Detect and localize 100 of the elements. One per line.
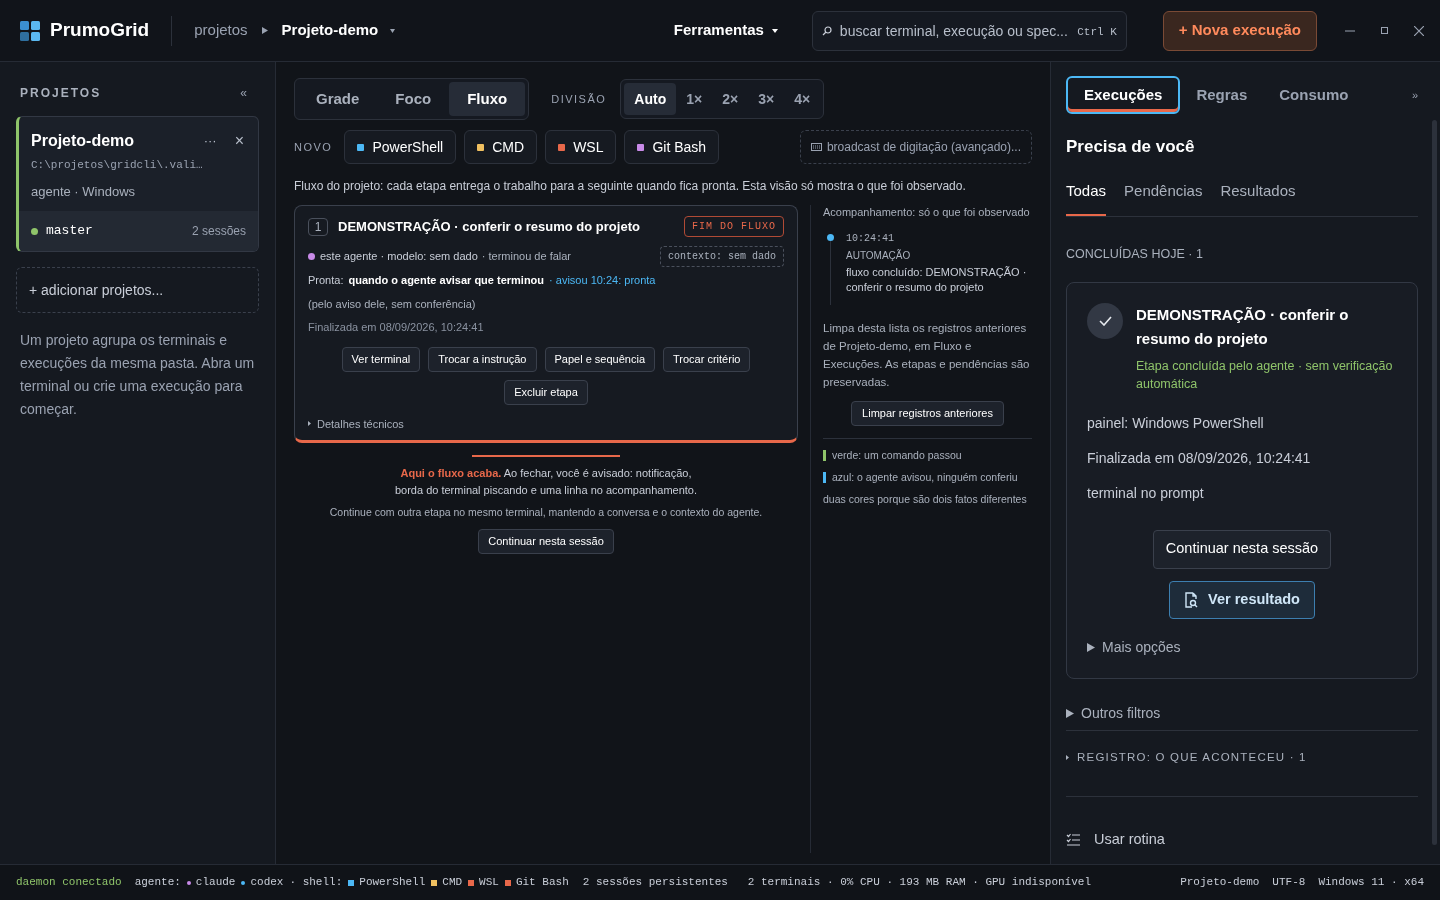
context-tag: contexto: sem dado bbox=[659, 246, 784, 267]
breadcrumb-link[interactable]: projetos bbox=[194, 19, 248, 42]
panel-tab[interactable]: Execuções bbox=[1066, 76, 1181, 114]
close-icon[interactable] bbox=[1414, 25, 1424, 36]
division-option[interactable]: 4× bbox=[784, 83, 821, 115]
view-tab[interactable]: Grade bbox=[298, 82, 378, 116]
shell-name: WSL bbox=[479, 875, 499, 891]
keyboard-icon bbox=[810, 143, 822, 151]
filter-tab[interactable]: Todas bbox=[1066, 179, 1107, 216]
continue-session-button[interactable]: Continuar nesta sessão bbox=[1152, 529, 1332, 569]
routine-button[interactable]: Usar rotina bbox=[1066, 829, 1165, 851]
division-label: DIVISÃO bbox=[551, 91, 607, 107]
help-text: Um projeto agrupa os terminais e execuções da mesma pasta. Abra um terminal ou crie uma execução para começar. bbox=[19, 331, 256, 419]
filter-tab[interactable]: Resultados bbox=[1220, 179, 1296, 216]
view-tab[interactable]: Foco bbox=[377, 82, 450, 116]
check-icon bbox=[1087, 302, 1123, 339]
expand-button[interactable]: » bbox=[1411, 86, 1418, 104]
step-action-button[interactable]: Papel e sequência bbox=[544, 346, 655, 372]
legend-text: azul: o agente avisou, ninguém conferiu bbox=[832, 469, 1018, 485]
event-kind: AUTOMAÇÃO bbox=[846, 248, 912, 263]
shell-name: PowerShell bbox=[359, 875, 426, 891]
status-item: UTF-8 bbox=[1272, 875, 1306, 891]
broadcast-button[interactable]: broadcast de digitação (avançado)... bbox=[799, 130, 1032, 164]
status-item: Windows 11 · x64 bbox=[1318, 875, 1424, 891]
document-search-icon bbox=[1184, 591, 1199, 608]
scrollbar[interactable] bbox=[1432, 120, 1437, 845]
shell-label: · shell: bbox=[289, 875, 343, 891]
step-action-button[interactable]: Trocar a instrução bbox=[428, 346, 537, 372]
history-toggle[interactable]: REGISTRO: O QUE ACONTECEU · 1 bbox=[1066, 748, 1307, 766]
daemon-status: daemon conectado bbox=[16, 875, 122, 891]
division-option[interactable]: 3× bbox=[748, 83, 785, 115]
shell-name: Git Bash bbox=[515, 875, 569, 891]
caret-right-icon bbox=[1066, 754, 1069, 760]
flow-description: Fluxo do projeto: cada etapa entrega o trabalho para a seguinte quando fica pronta. Esta visão só mostra o que foi observado. bbox=[294, 178, 967, 195]
new-terminal-button[interactable]: Git Bash bbox=[624, 130, 720, 164]
sidebar-title: PROJETOS bbox=[20, 85, 102, 102]
view-result-button[interactable]: Ver resultado bbox=[1169, 580, 1315, 619]
shell-name: CMD bbox=[442, 875, 463, 891]
filter-tab[interactable]: Pendências bbox=[1124, 179, 1203, 216]
shortcut-hint: Ctrl K bbox=[1077, 24, 1117, 40]
finished-time: Finalizada em 08/09/2026, 10:24:41 bbox=[308, 320, 485, 335]
session-count: 2 sessões bbox=[191, 223, 246, 240]
division-option[interactable]: 1× bbox=[676, 83, 713, 115]
new-run-button[interactable]: + Nova execução bbox=[1162, 10, 1317, 51]
division-option[interactable]: 2× bbox=[712, 83, 749, 115]
tracking-title: Acompanhamento: só o que foi observado bbox=[823, 205, 1031, 219]
clear-description: Limpa desta lista os registros anteriores de Projeto-demo, em Fluxo e Execuções. As etapas e pendências são preservadas. bbox=[823, 321, 1031, 390]
legend-note: duas cores porque são dois fatos diferentes bbox=[823, 491, 1028, 507]
new-terminal-button[interactable]: CMD bbox=[464, 130, 538, 164]
event-text: fluxo concluído: DEMONSTRAÇÃO · conferir o resumo do projeto bbox=[846, 265, 1028, 295]
caret-right-icon bbox=[1087, 642, 1095, 652]
result-title: DEMONSTRAÇÃO · conferir o resumo do projeto bbox=[1136, 304, 1350, 349]
chevron-right-icon bbox=[261, 27, 268, 34]
project-path: C:\projetos\gridcli\.vali… bbox=[31, 158, 204, 173]
agent-meta: este agente · modelo: sem dado bbox=[320, 249, 478, 265]
result-detail: painel: Windows PowerShell bbox=[1087, 413, 1265, 433]
agent-label: agente: bbox=[134, 875, 181, 891]
new-terminal-button[interactable]: WSL bbox=[545, 130, 617, 164]
result-subtitle: Etapa concluída pelo agente · sem verificação automática bbox=[1136, 357, 1394, 393]
panel-tab[interactable]: Consumo bbox=[1263, 76, 1365, 114]
other-filters-toggle[interactable]: Outros filtros bbox=[1066, 702, 1418, 731]
caret-right-icon bbox=[1066, 708, 1074, 718]
step-action-button[interactable]: Trocar critério bbox=[663, 346, 751, 372]
ready-notice: · avisou 10:24: pronta bbox=[549, 273, 656, 288]
caret-down-icon bbox=[390, 28, 396, 33]
agent-status: · terminou de falar bbox=[481, 249, 573, 265]
maximize-icon[interactable] bbox=[1381, 27, 1388, 34]
minimize-icon[interactable] bbox=[1345, 29, 1355, 32]
ready-label: Pronta: bbox=[308, 273, 344, 288]
project-dropdown[interactable]: Projeto-demo bbox=[281, 19, 396, 42]
flow-end-text: Aqui o fluxo acaba. Ao fechar, você é avisado: notificação, borda do terminal piscando e uma linha no acompanhamento. bbox=[393, 466, 699, 498]
more-button[interactable]: ··· bbox=[203, 131, 217, 151]
ready-note: (pelo aviso dele, sem conferência) bbox=[308, 296, 477, 312]
add-project-button[interactable]: + adicionar projetos... bbox=[16, 267, 259, 313]
step-number: 1 bbox=[308, 217, 328, 236]
app-name: PrumoGrid bbox=[50, 18, 150, 43]
end-badge: FIM DO FLUXO bbox=[684, 216, 784, 237]
tools-menu[interactable]: Ferramentas bbox=[673, 19, 778, 42]
result-detail: Finalizada em 08/09/2026, 10:24:41 bbox=[1087, 448, 1312, 468]
continue-session-button[interactable]: Continuar nesta sessão bbox=[478, 528, 614, 554]
view-tab[interactable]: Fluxo bbox=[449, 82, 526, 116]
event-time: 10:24:41 bbox=[846, 232, 895, 246]
legend-text: verde: um comando passou bbox=[832, 448, 962, 463]
clear-history-button[interactable]: Limpar registros anteriores bbox=[851, 401, 1004, 426]
caret-down-icon bbox=[771, 28, 778, 33]
agent-name: codex bbox=[250, 875, 284, 891]
new-label: NOVO bbox=[294, 139, 333, 155]
delete-step-button[interactable]: Excluir etapa bbox=[504, 379, 588, 405]
step-action-button[interactable]: Ver terminal bbox=[341, 346, 421, 372]
panel-tab[interactable]: Regras bbox=[1180, 76, 1264, 114]
project-card[interactable]: Projeto-demo ··· × C:\projetos\gridcli\.vali… agente · Windows master 2 sessões bbox=[16, 116, 259, 252]
collapse-button[interactable]: « bbox=[240, 84, 255, 102]
step-title: DEMONSTRAÇÃO · conferir o resumo do projeto bbox=[338, 217, 641, 236]
more-options-toggle[interactable]: Mais opções bbox=[1087, 636, 1181, 658]
search-icon bbox=[821, 25, 832, 36]
branch-name: master bbox=[46, 222, 94, 241]
details-toggle[interactable]: Detalhes técnicos bbox=[308, 415, 404, 432]
close-button[interactable]: × bbox=[234, 129, 244, 153]
division-option[interactable]: Auto bbox=[624, 83, 677, 115]
new-terminal-button[interactable]: PowerShell bbox=[344, 130, 457, 164]
